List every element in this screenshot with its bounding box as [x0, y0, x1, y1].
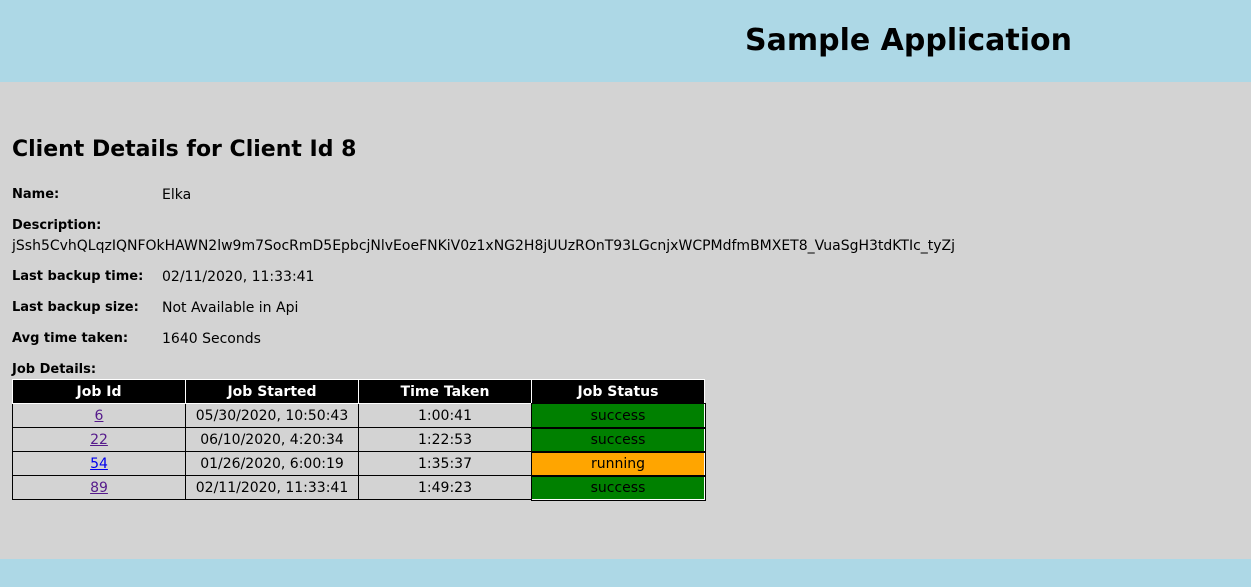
- table-row: 22 06/10/2020, 4:20:34 1:22:53 success: [12, 426, 706, 453]
- time-taken-cell: 1:49:23: [358, 475, 532, 500]
- job-id-link[interactable]: 22: [90, 432, 108, 448]
- job-status-cell: running: [530, 450, 706, 477]
- client-name-value: Elka: [162, 187, 192, 203]
- time-taken-cell: 1:00:41: [358, 403, 532, 428]
- client-description-value: jSsh5CvhQLqzIQNFOkHAWN2lw9m7SocRmD5Epbcj…: [12, 238, 956, 254]
- time-taken-cell: 1:22:53: [358, 427, 532, 452]
- job-id-link[interactable]: 6: [95, 408, 104, 424]
- job-status-cell: success: [530, 402, 706, 429]
- job-started-cell: 02/11/2020, 11:33:41: [185, 475, 359, 500]
- job-id-link[interactable]: 89: [90, 480, 108, 496]
- job-started-cell: 05/30/2020, 10:50:43: [185, 403, 359, 428]
- job-id-link[interactable]: 54: [90, 456, 108, 472]
- column-header-job-started: Job Started: [185, 379, 359, 404]
- page-title: Client Details for Client Id 8: [12, 137, 357, 162]
- job-details-label: Job Details:: [12, 362, 97, 377]
- app-header: Sample Application: [0, 0, 1251, 82]
- job-id-cell: 54: [12, 451, 186, 476]
- avg-time-value: 1640 Seconds: [162, 331, 261, 347]
- last-backup-size-value: Not Available in Api: [162, 300, 299, 316]
- client-name-label: Name:: [12, 187, 60, 202]
- job-started-cell: 01/26/2020, 6:00:19: [185, 451, 359, 476]
- last-backup-size-label: Last backup size:: [12, 300, 139, 315]
- time-taken-cell: 1:35:37: [358, 451, 532, 476]
- last-backup-time-value: 02/11/2020, 11:33:41: [162, 269, 315, 285]
- job-id-cell: 89: [12, 475, 186, 500]
- table-row: 54 01/26/2020, 6:00:19 1:35:37 running: [12, 450, 706, 477]
- last-backup-time-label: Last backup time:: [12, 269, 144, 284]
- job-id-cell: 22: [12, 427, 186, 452]
- app-footer: [0, 559, 1251, 587]
- column-header-job-id: Job Id: [12, 379, 186, 404]
- column-header-job-status: Job Status: [531, 379, 705, 404]
- job-started-cell: 06/10/2020, 4:20:34: [185, 427, 359, 452]
- job-id-cell: 6: [12, 403, 186, 428]
- column-header-time-taken: Time Taken: [358, 379, 532, 404]
- avg-time-label: Avg time taken:: [12, 331, 129, 346]
- client-details-section: Client Details for Client Id 8 Name: Elk…: [12, 135, 1242, 501]
- job-details-table: Job Id Job Started Time Taken Job Status…: [12, 379, 706, 501]
- table-row: 6 05/30/2020, 10:50:43 1:00:41 success: [12, 402, 706, 429]
- app-title: Sample Application: [745, 23, 1073, 58]
- job-status-cell: success: [530, 474, 706, 501]
- table-header-row: Job Id Job Started Time Taken Job Status: [12, 379, 705, 404]
- job-status-cell: success: [530, 426, 706, 453]
- table-row: 89 02/11/2020, 11:33:41 1:49:23 success: [12, 474, 706, 501]
- client-description-label: Description:: [12, 218, 102, 233]
